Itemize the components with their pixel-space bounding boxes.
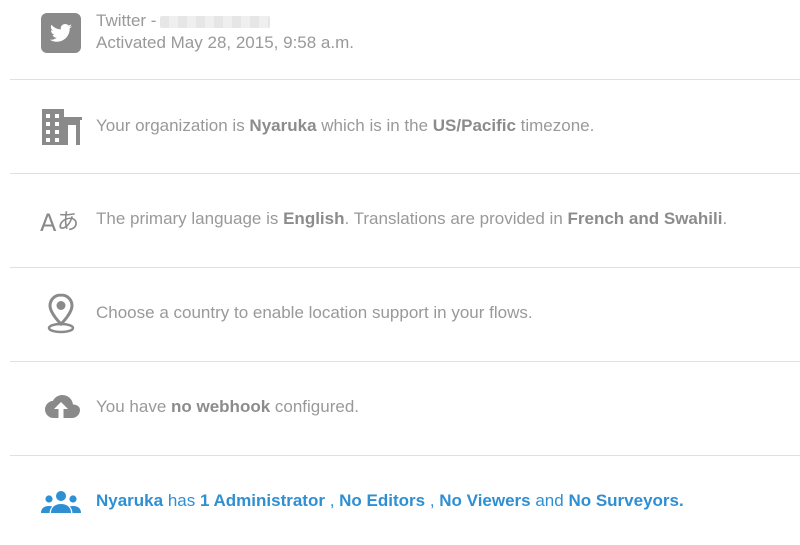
users-icon (40, 480, 82, 522)
lang-primary: English (283, 209, 345, 228)
webhook-text: You have no webhook configured. (96, 396, 359, 418)
webhook-value: no webhook (171, 397, 271, 416)
divider (10, 79, 800, 80)
org-suffix: timezone. (515, 116, 595, 135)
cloud-upload-icon (40, 386, 82, 428)
language-row[interactable]: A あ The primary language is English. Tra… (10, 197, 800, 241)
org-name: Nyaruka (249, 116, 317, 135)
divider (10, 455, 800, 456)
lang-middle: . Translations are provided in (344, 209, 568, 228)
webhook-suffix: configured. (270, 397, 360, 416)
redacted-handle (160, 15, 271, 28)
lang-suffix: . (722, 209, 728, 228)
webhook-row[interactable]: You have no webhook configured. (10, 385, 800, 429)
organization-row[interactable]: Your organization is Nyaruka which is in… (10, 104, 800, 148)
users-has: has (163, 491, 200, 510)
svg-text:あ: あ (57, 210, 79, 235)
organization-text: Your organization is Nyaruka which is in… (96, 115, 594, 137)
lang-prefix: The primary language is (96, 209, 284, 228)
users-sep: , (425, 491, 440, 510)
location-pin-icon (40, 292, 82, 334)
divider (10, 267, 800, 268)
users-and: and (530, 491, 569, 510)
translate-icon: A あ (40, 198, 82, 240)
surveyors-link[interactable]: No Surveyors. (568, 491, 683, 510)
lang-translations: French and Swahili (567, 209, 723, 228)
divider (10, 173, 800, 174)
webhook-prefix: You have (96, 397, 171, 416)
org-link[interactable]: Nyaruka (96, 491, 163, 510)
org-timezone: US/Pacific (432, 116, 516, 135)
channel-activated: Activated May 28, 2015, 9:58 a.m. (96, 33, 354, 52)
location-text: Choose a country to enable location supp… (96, 303, 533, 322)
viewers-link[interactable]: No Viewers (439, 491, 530, 510)
svg-text:A: A (40, 209, 57, 237)
language-text: The primary language is English. Transla… (96, 208, 727, 230)
channel-name: Twitter - (96, 11, 157, 30)
org-prefix: Your organization is (96, 116, 250, 135)
users-text: Nyaruka has 1 Administrator , No Editors… (96, 490, 684, 512)
divider (10, 361, 800, 362)
users-row: Nyaruka has 1 Administrator , No Editors… (10, 479, 800, 523)
channel-row: Twitter - Activated May 28, 2015, 9:58 a… (10, 8, 800, 58)
building-icon (40, 105, 82, 147)
users-sep: , (324, 491, 340, 510)
location-row[interactable]: Choose a country to enable location supp… (10, 291, 800, 335)
administrators-link[interactable]: 1 Administrator (200, 491, 325, 510)
channel-info: Twitter - Activated May 28, 2015, 9:58 a… (96, 10, 354, 54)
editors-link[interactable]: No Editors (339, 491, 425, 510)
org-middle: which is in the (316, 116, 433, 135)
twitter-icon (40, 12, 82, 54)
